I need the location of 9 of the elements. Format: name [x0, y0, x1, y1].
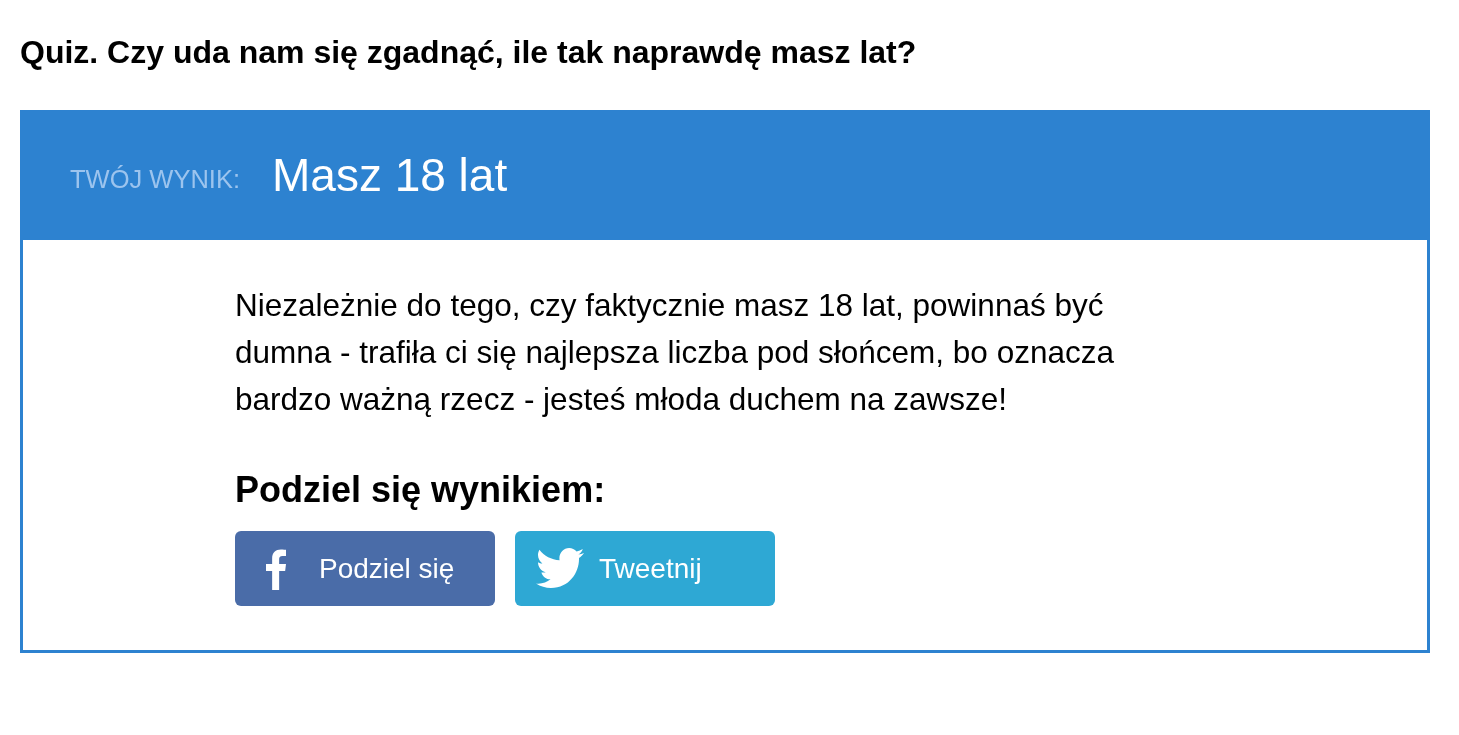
twitter-share-button[interactable]: Tweetnij: [515, 531, 775, 606]
bird-icon: [536, 548, 584, 589]
result-value: Masz 18 lat: [272, 148, 508, 202]
share-heading: Podziel się wynikiem:: [235, 469, 607, 511]
result-label: TWÓJ WYNIK:: [70, 163, 240, 194]
result-description: Niezależnie do tego, czy faktycznie masz 18 lat, powinnaś być dumna - trafiła ci się najlepsza liczba pod słońcem, bo oznacza bardzo ważną rzecz - jesteś młoda duchem na zawsze!: [235, 286, 1115, 419]
quiz-title: Quiz. Czy uda nam się zgadnąć, ile tak naprawdę masz lat?: [20, 34, 918, 70]
letter-f-icon: [266, 547, 286, 590]
facebook-share-button[interactable]: Podziel się: [235, 531, 495, 606]
